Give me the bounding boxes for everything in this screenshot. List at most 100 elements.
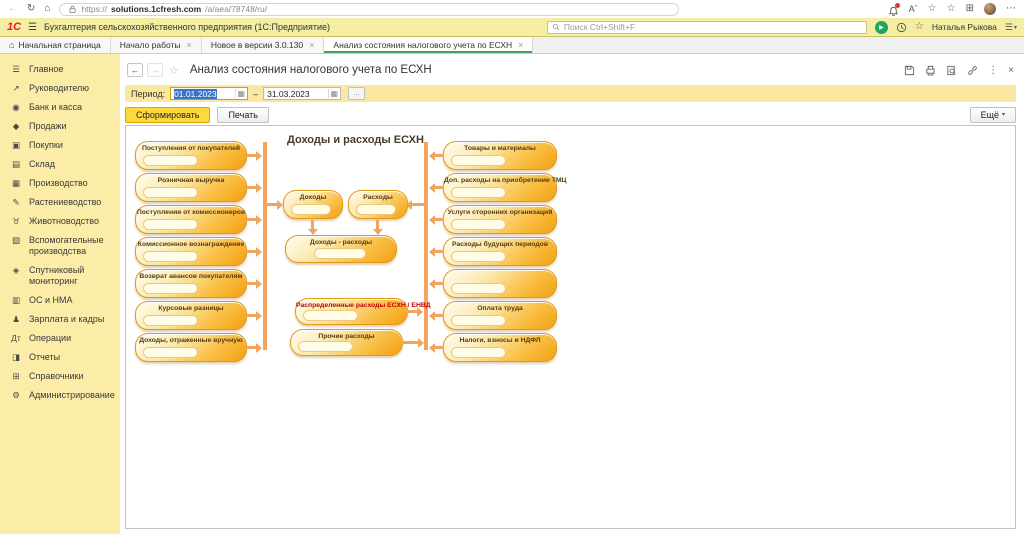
tab-bar: ⌂ Начальная страница Начало работы × Нов… — [0, 37, 1024, 54]
sidebar-item-glavnoe[interactable]: ☰Главное — [0, 60, 120, 79]
calendar-icon[interactable]: ▦ — [328, 89, 341, 98]
sidebar-item-os-i-nma[interactable]: ▥ОС и НМА — [0, 291, 120, 310]
diagram-box-third-party-services[interactable]: Услуги сторонних организаций — [443, 205, 557, 234]
period-to-input[interactable]: 31.03.2023 ▦ — [263, 87, 341, 100]
diagram-box-advance-returns[interactable]: Возврат авансов покупателям — [135, 269, 247, 298]
connector-arrow — [407, 310, 417, 313]
tab-label: Начало работы — [120, 40, 181, 50]
save-icon[interactable] — [904, 65, 915, 76]
calendar-icon[interactable]: ▦ — [235, 89, 248, 98]
notifications-bell-icon[interactable] — [888, 4, 899, 15]
link-icon[interactable] — [967, 65, 978, 76]
tab-getting-started[interactable]: Начало работы × — [111, 37, 202, 53]
tab-close-icon[interactable]: × — [187, 40, 192, 50]
browser-profile-avatar[interactable] — [984, 3, 996, 15]
page-header: ← → ☆ Анализ состояния налогового учета … — [120, 54, 1024, 80]
value-pill — [143, 251, 198, 262]
assistant-play-icon[interactable]: ▶ — [875, 21, 888, 34]
service-menu-icon[interactable]: ☰▾ — [1005, 22, 1017, 33]
tab-tax-analysis[interactable]: Анализ состояния налогового учета по ЕСХ… — [324, 37, 533, 53]
global-search[interactable] — [547, 21, 867, 34]
period-label: Период: — [131, 89, 165, 99]
connector-arrow — [412, 203, 424, 206]
tractor-icon: ▧ — [10, 235, 22, 246]
tab-home-page[interactable]: ⌂ Начальная страница — [0, 37, 111, 53]
satellite-icon: ◈ — [10, 265, 22, 276]
print-button[interactable]: Печать — [217, 107, 268, 123]
close-icon[interactable]: × — [1008, 65, 1014, 76]
tab-whats-new[interactable]: Новое в версии 3.0.130 × — [202, 37, 325, 53]
sidebar-item-proizvodstvo[interactable]: ▦Производство — [0, 174, 120, 193]
period-options-button[interactable]: ... — [348, 87, 365, 100]
sidebar-item-spravochniki[interactable]: ⊞Справочники — [0, 367, 120, 386]
favorite-star-icon[interactable]: ☆ — [169, 64, 179, 77]
sidebar-item-rastenievodstvo[interactable]: ✎Растениеводство — [0, 193, 120, 212]
diagram-box-commission-fee[interactable]: Комиссионное вознаграждение — [135, 237, 247, 266]
generate-button[interactable]: Сформировать — [125, 107, 210, 123]
sidebar-item-prodazhi[interactable]: ◆Продажи — [0, 117, 120, 136]
home-icon: ⌂ — [9, 40, 14, 50]
sidebar-item-vspomogatelnye[interactable]: ▧Вспомогательные производства — [0, 231, 120, 261]
sidebar-item-zarplata-kadry[interactable]: ♟Зарплата и кадры — [0, 310, 120, 329]
menu-icon: ☰ — [10, 64, 22, 75]
connector-arrow — [435, 154, 444, 157]
preview-icon[interactable] — [946, 65, 957, 76]
period-from-input[interactable]: 01.01.2023 ▦ — [170, 87, 248, 100]
favorites-star-icon[interactable]: ☆ — [928, 4, 937, 14]
diagram-box-taxes-contributions[interactable]: Налоги, взносы и НДФЛ — [443, 333, 557, 362]
history-clock-icon[interactable] — [896, 22, 907, 33]
address-bar[interactable]: https://solutions.1cfresh.com/a/aea/7874… — [59, 3, 679, 16]
collections-icon[interactable]: ⊞ — [966, 4, 974, 14]
sidebar-item-rukovoditelyu[interactable]: ↗Руководителю — [0, 79, 120, 98]
diagram-box-distributed-expenses[interactable]: Распределенные расходы ЕСХН / ЕНВД — [295, 298, 408, 325]
value-pill — [451, 187, 506, 198]
diagram-box-income-from-commissioners[interactable]: Поступления от комиссионеров — [135, 205, 247, 234]
sidebar-item-zhivotnovodstvo[interactable]: ♉Животноводство — [0, 212, 120, 231]
browser-back-icon[interactable]: ← — [8, 4, 18, 14]
sidebar-item-sputnikovy-monitoring[interactable]: ◈Спутниковый мониторинг — [0, 261, 120, 291]
more-actions-icon[interactable]: ⋮ — [988, 65, 998, 76]
diagram-box-deferred-expenses[interactable]: Расходы будущих периодов — [443, 237, 557, 266]
diagram-box-incomes-minus-expenses[interactable]: Доходы - расходы — [285, 235, 397, 263]
diagram-box-expenses[interactable]: Расходы — [348, 190, 408, 219]
tab-close-icon[interactable]: × — [309, 40, 314, 50]
sidebar-item-bank-kassa[interactable]: ◉Банк и касса — [0, 98, 120, 117]
diagram-box-untitled[interactable] — [443, 269, 557, 298]
more-button[interactable]: Ещё▾ — [970, 107, 1016, 123]
browser-settings-icon[interactable]: ⋯ — [1006, 4, 1016, 14]
sidebar-item-operacii[interactable]: ДтОперации — [0, 329, 120, 348]
diagram-box-goods-materials[interactable]: Товары и материалы — [443, 141, 557, 170]
sidebar-item-otchety[interactable]: ◨Отчеты — [0, 348, 120, 367]
read-aloud-icon[interactable]: Aˆ — [909, 4, 918, 14]
tab-label: Анализ состояния налогового учета по ЕСХ… — [333, 40, 512, 50]
value-pill — [143, 283, 198, 294]
diagram-box-income-from-buyers[interactable]: Поступления от покупателей — [135, 141, 247, 170]
value-pill — [303, 310, 358, 321]
diagram-box-manual-incomes[interactable]: Доходы, отраженные вручную — [135, 333, 247, 362]
add-favorite-icon[interactable]: ☆ — [947, 4, 956, 14]
diagram-box-payroll[interactable]: Оплата труда — [443, 301, 557, 330]
browser-refresh-icon[interactable]: ↻ — [27, 4, 35, 14]
print-icon[interactable] — [925, 65, 936, 76]
connector-arrow — [435, 346, 444, 349]
current-user-name[interactable]: Наталья Рыкова — [932, 22, 997, 32]
main-menu-icon[interactable]: ☰ — [28, 22, 37, 33]
nav-back-button[interactable]: ← — [127, 63, 143, 77]
search-input[interactable] — [564, 22, 862, 32]
nav-forward-button[interactable]: → — [147, 63, 163, 77]
sidebar-item-administrirovanie[interactable]: ⚙Администрирование — [0, 386, 120, 405]
sidebar-item-sklad[interactable]: ▤Склад — [0, 155, 120, 174]
sidebar-item-pokupki[interactable]: ▣Покупки — [0, 136, 120, 155]
connector-arrow — [246, 154, 256, 157]
value-pill — [314, 248, 366, 259]
value-pill — [143, 187, 198, 198]
favorites-icon[interactable]: ☆ — [915, 22, 924, 32]
diagram-box-exchange-differences[interactable]: Курсовые разницы — [135, 301, 247, 330]
diagram-box-incomes[interactable]: Доходы — [283, 190, 343, 219]
diagram-box-other-expenses[interactable]: Прочие расходы — [290, 329, 403, 356]
tab-close-icon[interactable]: × — [518, 40, 523, 50]
browser-home-icon[interactable]: ⌂ — [44, 4, 50, 14]
app-title: Бухгалтерия сельскохозяйственного предпр… — [44, 22, 330, 32]
diagram-box-retail-revenue[interactable]: Розничная выручка — [135, 173, 247, 202]
diagram-box-additional-tmc-costs[interactable]: Доп. расходы на приобретение ТМЦ — [443, 173, 557, 202]
